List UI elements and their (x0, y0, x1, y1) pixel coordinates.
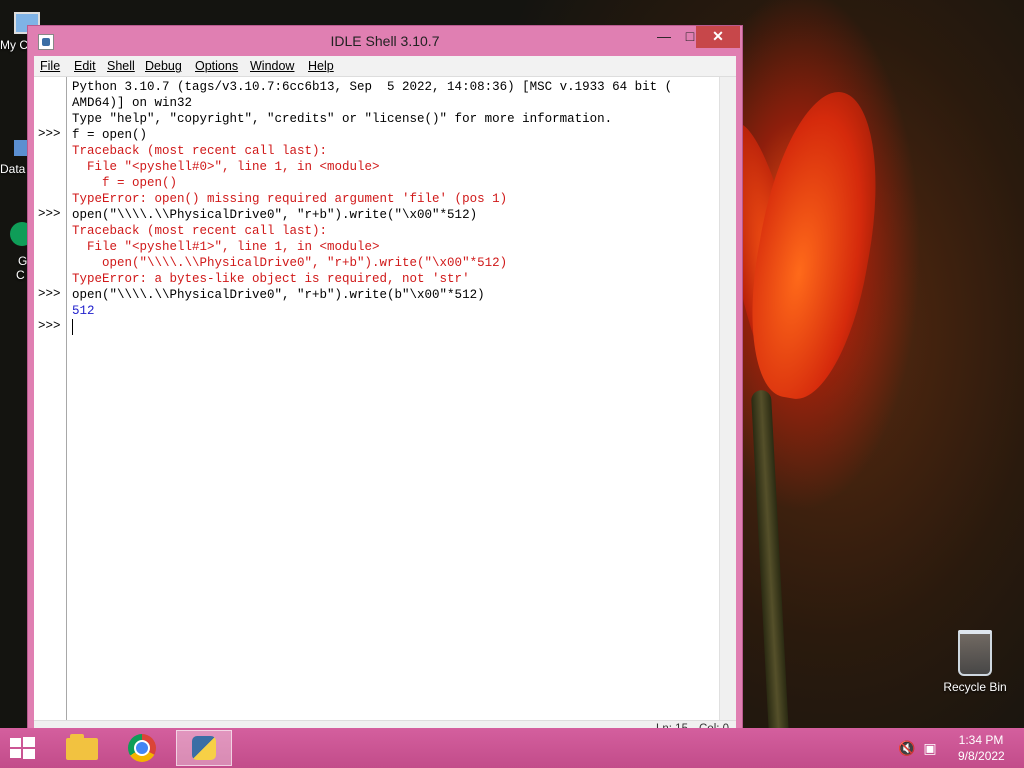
shell-line: TypeError: a bytes-like object is requir… (72, 272, 470, 286)
taskbar-clock[interactable]: 1:34 PM 9/8/2022 (958, 732, 1005, 764)
wallpaper-petal (733, 82, 897, 408)
python-icon (192, 736, 216, 760)
desktop-icon-label: My C (0, 38, 28, 52)
shell-line: Traceback (most recent call last): (72, 144, 328, 158)
menu-shell[interactable]: Shell (107, 59, 135, 73)
vertical-scrollbar[interactable] (719, 77, 736, 721)
shell-line: TypeError: open() missing required argum… (72, 192, 508, 206)
volume-muted-icon[interactable]: 🔇 (898, 740, 915, 756)
shell-prompt: >>> (38, 207, 61, 221)
shell-prompt: >>> (38, 319, 61, 333)
title-bar[interactable]: IDLE Shell 3.10.7 — □ ✕ (28, 26, 742, 56)
shell-line: File "<pyshell#0>", line 1, in <module> (72, 160, 380, 174)
folder-icon (66, 734, 98, 760)
window-title: IDLE Shell 3.10.7 (330, 33, 440, 49)
text-cursor (72, 319, 73, 335)
shell-line: f = open() (72, 128, 148, 142)
shell-line: open("\\\\.\\PhysicalDrive0", "r+b").wri… (72, 208, 478, 222)
windows-logo-icon (10, 738, 21, 747)
shell-prompt: >>> (38, 287, 61, 301)
prompt-gutter: >>> >>> >>> >>> (34, 77, 67, 721)
shell-line: open("\\\\.\\PhysicalDrive0", "r+b").wri… (72, 288, 485, 302)
clock-time: 1:34 PM (958, 733, 1004, 747)
shell-line: open("\\\\.\\PhysicalDrive0", "r+b").wri… (72, 256, 508, 270)
idle-shell-window: IDLE Shell 3.10.7 — □ ✕ File Edit Shell … (28, 26, 742, 744)
recycle-bin-label: Recycle Bin (943, 680, 1007, 694)
menu-options[interactable]: Options (195, 59, 238, 73)
shell-line: Traceback (most recent call last): (72, 224, 328, 238)
shell-text-area[interactable]: >>> >>> >>> >>> Python 3.10.7 (tags/v3.10.7… (34, 76, 736, 721)
menu-bar: File Edit Shell Debug Options Window Hel… (34, 56, 736, 76)
clock-date: 9/8/2022 (958, 749, 1005, 763)
taskbar-file-explorer[interactable] (54, 730, 110, 766)
recycle-bin-icon (958, 630, 992, 676)
menu-help[interactable]: Help (308, 59, 334, 73)
shell-line: 512 (72, 304, 95, 318)
shell-prompt: >>> (38, 127, 61, 141)
shell-line: f = open() (72, 176, 178, 190)
taskbar-idle[interactable] (176, 730, 232, 766)
desktop-icon-recycle-bin[interactable]: Recycle Bin (940, 630, 1010, 694)
desktop-icon-label: Data (0, 162, 26, 176)
chrome-icon (128, 734, 156, 762)
menu-window[interactable]: Window (250, 59, 294, 73)
shell-line: Python 3.10.7 (tags/v3.10.7:6cc6b13, Sep… (72, 80, 673, 94)
menu-edit[interactable]: Edit (74, 59, 96, 73)
shell-line: Type "help", "copyright", "credits" or "… (72, 112, 613, 126)
taskbar-chrome[interactable] (114, 730, 170, 766)
menu-file[interactable]: File (40, 59, 60, 73)
shell-line: File "<pyshell#1>", line 1, in <module> (72, 240, 380, 254)
menu-debug[interactable]: Debug (145, 59, 182, 73)
start-button[interactable] (8, 736, 36, 760)
taskbar: 🔇 ▣ 1:34 PM 9/8/2022 (0, 728, 1024, 768)
close-button[interactable]: ✕ (696, 26, 740, 48)
shell-line: AMD64)] on win32 (72, 96, 193, 110)
wallpaper-stem (750, 389, 790, 741)
network-icon[interactable]: ▣ (922, 740, 938, 756)
minimize-button[interactable]: — (650, 26, 678, 48)
